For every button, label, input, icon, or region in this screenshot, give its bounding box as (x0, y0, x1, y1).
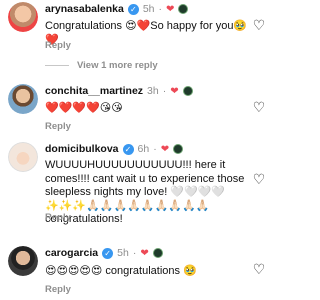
reply-button[interactable]: Reply (45, 40, 71, 51)
creator-avatar-icon (173, 144, 184, 154)
creator-avatar-icon (152, 248, 163, 258)
avatar[interactable] (8, 246, 38, 276)
timestamp: 5h (142, 3, 155, 15)
avatar[interactable] (8, 142, 38, 172)
comment-text: Congratulations 😍❤️So happy for you🥹❤️ (45, 20, 248, 46)
comment-domicibulkova: domicibulkova ✓ 6h · ❤ WUUUUHUUUUUUUUUUU… (0, 140, 280, 225)
dot-separator: · (158, 3, 163, 15)
username[interactable]: domicibulkova (45, 143, 119, 155)
comment-carogarcia: carogarcia ✓ 5h · ❤ 😍😍😍😍😍 congratulation… (0, 240, 280, 300)
dot-separator: · (153, 143, 157, 155)
like-heart-icon[interactable]: ♡ (252, 172, 266, 186)
creator-liked-heart-icon: ❤ (166, 3, 175, 15)
creator-avatar-icon (178, 4, 189, 14)
dot-separator: · (132, 247, 137, 259)
username[interactable]: conchita__martinez (45, 85, 143, 97)
username[interactable]: arynasabalenka (45, 3, 124, 15)
timestamp: 6h (137, 143, 150, 155)
view-more-label: View 1 more reply (77, 60, 158, 71)
timestamp: 5h (117, 247, 129, 259)
avatar[interactable] (8, 2, 38, 32)
reply-button[interactable]: Reply (45, 212, 71, 223)
creator-liked-heart-icon: ❤ (170, 85, 179, 97)
divider (45, 65, 69, 66)
comment-arynasabalenka: arynasabalenka ✓ 5h · ❤ Congratulations … (0, 0, 280, 80)
dot-separator: · (162, 85, 167, 97)
comment-text: 😍😍😍😍😍 congratulations 🥹 (45, 265, 197, 277)
like-heart-icon[interactable]: ♡ (252, 262, 266, 276)
avatar[interactable] (8, 84, 38, 114)
reply-button[interactable]: Reply (45, 284, 71, 295)
comment-text: ❤️❤️❤️❤️😘😘 (45, 102, 123, 114)
creator-avatar-icon (182, 86, 193, 96)
comment-text: WUUUUHUUUUUUUUUUU!!! here it comes!!!! c… (45, 159, 245, 225)
verified-badge-icon: ✓ (102, 247, 114, 259)
like-heart-icon[interactable]: ♡ (252, 100, 266, 114)
like-heart-icon[interactable]: ♡ (252, 18, 266, 32)
reply-button[interactable]: Reply (45, 121, 71, 132)
creator-liked-heart-icon: ❤ (160, 143, 170, 155)
comment-conchita-martinez: conchita__martinez 3h · ❤ ❤️❤️❤️❤️😘😘 Rep… (0, 80, 280, 132)
timestamp: 3h (147, 85, 159, 97)
username[interactable]: carogarcia (45, 247, 98, 259)
verified-badge-icon: ✓ (122, 143, 134, 155)
verified-badge-icon: ✓ (127, 3, 139, 15)
creator-liked-heart-icon: ❤ (140, 247, 149, 259)
view-more-replies-button[interactable]: View 1 more reply (45, 60, 158, 71)
